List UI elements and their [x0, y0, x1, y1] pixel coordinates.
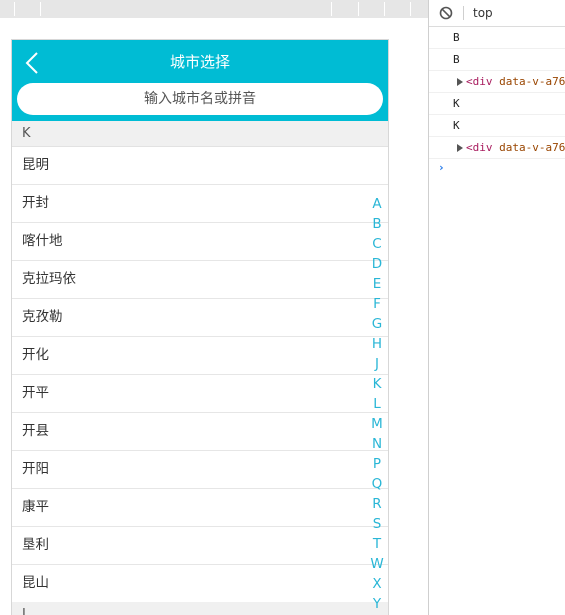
city-item[interactable]: 开化 — [12, 337, 388, 375]
section-header-k: K — [12, 121, 388, 147]
index-letter[interactable]: J — [369, 354, 385, 374]
index-letter[interactable]: W — [369, 554, 385, 574]
search-input[interactable]: 输入城市名或拼音 — [17, 83, 383, 115]
console-prompt[interactable]: › — [429, 159, 565, 177]
element-attribute: data-v-a76 — [499, 75, 565, 88]
city-item[interactable]: 喀什地 — [12, 223, 388, 261]
element-tag: <div — [466, 141, 493, 154]
index-letter[interactable]: T — [369, 534, 385, 554]
city-item[interactable]: 垦利 — [12, 527, 388, 565]
index-letter[interactable]: N — [369, 434, 385, 454]
console-element-entry[interactable]: <div data-v-a76 — [429, 71, 565, 93]
index-letter[interactable]: X — [369, 574, 385, 594]
city-selector-page: 城市选择 输入城市名或拼音 K 昆明 开封 喀什地 克拉玛依 克孜勒 开化 开平… — [11, 39, 389, 615]
viewport-canvas: 城市选择 输入城市名或拼音 K 昆明 开封 喀什地 克拉玛依 克孜勒 开化 开平… — [0, 0, 428, 615]
section-header-l: L — [12, 602, 388, 615]
city-item[interactable]: 克孜勒 — [12, 299, 388, 337]
devtools-console: top B B <div data-v-a76 K K <div data-v-… — [428, 0, 565, 615]
index-letter[interactable]: S — [369, 514, 385, 534]
index-letter[interactable]: Y — [369, 594, 385, 614]
console-element-entry[interactable]: <div data-v-a76 — [429, 137, 565, 159]
page-title: 城市选择 — [169, 53, 230, 71]
top-ruler — [0, 0, 428, 18]
index-letter[interactable]: R — [369, 494, 385, 514]
city-item[interactable]: 昆山 — [12, 565, 388, 603]
header: 城市选择 输入城市名或拼音 — [12, 40, 388, 121]
console-log-line: B — [429, 49, 565, 71]
console-log-line: K — [429, 93, 565, 115]
city-item[interactable]: 开封 — [12, 185, 388, 223]
element-attribute: data-v-a76 — [499, 141, 565, 154]
index-letter[interactable]: F — [369, 294, 385, 314]
city-list: 昆明 开封 喀什地 克拉玛依 克孜勒 开化 开平 开县 开阳 康平 垦利 昆山 — [12, 147, 388, 603]
city-item[interactable]: 开平 — [12, 375, 388, 413]
index-letter[interactable]: D — [369, 254, 385, 274]
context-selector[interactable]: top — [473, 6, 493, 20]
expand-triangle-icon[interactable] — [457, 144, 463, 152]
toolbar-divider — [463, 6, 464, 20]
console-toolbar: top — [429, 0, 565, 27]
index-letter[interactable]: G — [369, 314, 385, 334]
city-item[interactable]: 康平 — [12, 489, 388, 527]
index-letter[interactable]: Q — [369, 474, 385, 494]
alphabet-index: A B C D E F G H J K L M N P Q R S T W X … — [369, 194, 385, 614]
index-letter[interactable]: B — [369, 214, 385, 234]
city-item[interactable]: 克拉玛依 — [12, 261, 388, 299]
index-letter[interactable]: L — [369, 394, 385, 414]
index-letter[interactable]: P — [369, 454, 385, 474]
console-log-line: K — [429, 115, 565, 137]
element-tag: <div — [466, 75, 493, 88]
index-letter[interactable]: K — [369, 374, 385, 394]
expand-triangle-icon[interactable] — [457, 78, 463, 86]
index-letter[interactable]: C — [369, 234, 385, 254]
index-letter[interactable]: M — [369, 414, 385, 434]
city-item[interactable]: 开县 — [12, 413, 388, 451]
city-item[interactable]: 开阳 — [12, 451, 388, 489]
clear-console-icon[interactable] — [439, 6, 453, 20]
index-letter[interactable]: H — [369, 334, 385, 354]
city-item[interactable]: 昆明 — [12, 147, 388, 185]
console-log-line: B — [429, 27, 565, 49]
index-letter[interactable]: E — [369, 274, 385, 294]
index-letter[interactable]: A — [369, 194, 385, 214]
